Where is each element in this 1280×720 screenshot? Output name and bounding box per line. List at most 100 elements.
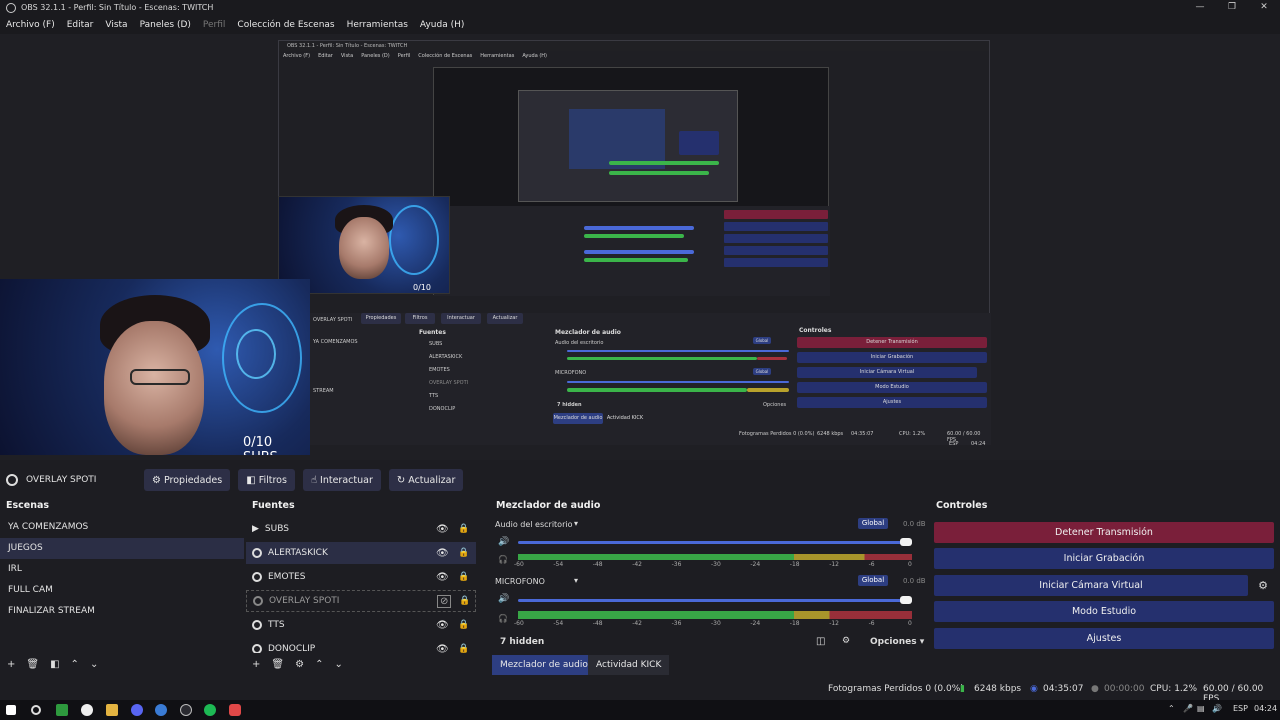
inner-menu-item: Herramientas <box>480 53 515 59</box>
menu-vista[interactable]: Vista <box>99 20 133 30</box>
scene-filters-icon[interactable]: ◧ <box>50 659 59 670</box>
filter-icon: ◧ <box>246 474 256 486</box>
nested-btn <box>724 234 828 243</box>
inner-tab-kick: Actividad KICK <box>606 415 644 421</box>
menu-herramientas[interactable]: Herramientas <box>341 20 414 30</box>
start-recording-button[interactable]: Iniciar Grabación <box>934 548 1274 569</box>
eye-icon[interactable]: 👁 <box>436 644 449 654</box>
move-up-icon[interactable]: ⌃ <box>315 659 323 670</box>
remove-scene-icon[interactable]: 🗑 <box>26 659 39 670</box>
headphones-icon[interactable]: 🎧 <box>498 614 508 623</box>
chevron-down-icon[interactable]: ▾ <box>574 519 578 528</box>
hidden-count[interactable]: 7 hidden <box>500 637 544 647</box>
mixer-settings-icon[interactable]: ⚙ <box>842 636 850 646</box>
interact-button[interactable]: ☝ Interactuar <box>302 469 381 491</box>
menu-ayuda[interactable]: Ayuda (H) <box>414 20 470 30</box>
stop-streaming-button[interactable]: Detener Transmisión <box>934 522 1274 543</box>
headphones-icon[interactable]: 🎧 <box>498 555 508 564</box>
restore-button[interactable]: ❐ <box>1216 0 1248 15</box>
lock-icon[interactable]: 🔒 <box>458 620 469 630</box>
network-icon[interactable]: ▤ <box>1197 704 1205 713</box>
menu-archivo[interactable]: Archivo (F) <box>0 20 61 30</box>
move-down-icon[interactable]: ⌄ <box>90 659 98 670</box>
source-item[interactable]: ▶ SUBS 👁 🔒 <box>246 518 476 540</box>
scene-item[interactable]: IRL <box>0 559 244 580</box>
volume-knob[interactable] <box>900 596 912 604</box>
channel-name: Audio del escritorio <box>495 520 573 529</box>
source-item[interactable]: TTS 👁 🔒 <box>246 614 476 636</box>
controls-title: Controles <box>936 500 988 511</box>
start-virtual-camera-button[interactable]: Iniciar Cámara Virtual <box>934 575 1248 596</box>
studio-mode-button[interactable]: Modo Estudio <box>934 601 1274 622</box>
lock-icon[interactable]: 🔒 <box>458 548 469 558</box>
source-item-selected[interactable]: ALERTASKICK 👁 🔒 <box>246 542 476 564</box>
tab-audio-mixer[interactable]: Mezclador de audio <box>492 655 596 675</box>
source-item-hidden[interactable]: OVERLAY SPOTI ⊘ 🔒 <box>246 590 476 612</box>
add-source-icon[interactable]: + <box>252 659 260 670</box>
windows-start-icon[interactable] <box>6 705 16 715</box>
language-indicator[interactable]: ESP <box>1233 704 1248 713</box>
glasses <box>130 369 190 385</box>
inner-cpu: CPU: 1.2% <box>899 431 926 437</box>
source-settings-icon[interactable]: ⚙ <box>295 659 304 670</box>
move-up-icon[interactable]: ⌃ <box>71 659 79 670</box>
excel-icon[interactable] <box>56 704 68 716</box>
menu-editar[interactable]: Editar <box>61 20 100 30</box>
sources-list: ▶ SUBS 👁 🔒 ALERTASKICK 👁 🔒 EMOTES 👁 🔒 OV… <box>246 517 482 653</box>
volume-slider[interactable] <box>518 541 912 544</box>
menu-perfil[interactable]: Perfil <box>197 20 232 30</box>
tab-actividad-kick[interactable]: Actividad KICK <box>588 655 670 675</box>
scene-item[interactable]: YA COMENZAMOS <box>0 517 244 538</box>
layout-icon[interactable]: ◫ <box>816 636 825 647</box>
eye-hidden-icon[interactable]: ⊘ <box>437 594 452 608</box>
preview-area[interactable]: OBS 32.1.1 - Perfil: Sin Título - Escena… <box>0 34 1280 460</box>
remove-source-icon[interactable]: 🗑 <box>271 659 284 670</box>
microphone-icon[interactable]: 🎤 <box>1183 704 1193 713</box>
clock-app-icon[interactable] <box>81 704 93 716</box>
properties-button[interactable]: ⚙ Propiedades <box>144 469 231 491</box>
search-icon[interactable] <box>31 705 41 715</box>
minimize-button[interactable]: — <box>1184 0 1216 15</box>
settings-button[interactable]: Ajustes <box>934 628 1274 649</box>
inner-btn: Interactuar <box>441 313 481 324</box>
tray-chevron-icon[interactable]: ⌃ <box>1168 704 1175 713</box>
source-item[interactable]: DONOCLIP 👁 🔒 <box>246 638 476 653</box>
eye-icon[interactable]: 👁 <box>436 524 449 535</box>
clock[interactable]: 04:24 <box>1254 704 1277 713</box>
lock-icon[interactable]: 🔒 <box>458 644 469 653</box>
menu-paneles[interactable]: Paneles (D) <box>134 20 197 30</box>
obs-taskbar-icon[interactable] <box>180 704 192 716</box>
speaker-icon[interactable]: 🔊 <box>498 537 509 547</box>
lock-icon[interactable]: 🔒 <box>459 596 470 606</box>
speaker-icon[interactable]: 🔊 <box>498 594 509 604</box>
refresh-button[interactable]: ↻ Actualizar <box>388 469 464 491</box>
add-scene-icon[interactable]: + <box>7 659 15 670</box>
options-button[interactable]: Opciones ▾ <box>870 637 924 647</box>
scale-tick-label: -48 <box>592 620 603 627</box>
app-icon[interactable] <box>229 704 241 716</box>
scene-item[interactable]: FINALIZAR STREAM <box>0 601 244 622</box>
chevron-down-icon[interactable]: ▾ <box>574 576 578 585</box>
eye-icon[interactable]: 👁 <box>436 548 449 559</box>
scale-tick-label: -36 <box>671 561 682 568</box>
close-button[interactable]: ✕ <box>1248 0 1280 15</box>
lock-icon[interactable]: 🔒 <box>458 524 469 534</box>
filters-button[interactable]: ◧ Filtros <box>238 469 295 491</box>
interact-label: Interactuar <box>320 474 373 486</box>
eye-icon[interactable]: 👁 <box>436 572 449 583</box>
file-explorer-icon[interactable] <box>106 704 118 716</box>
eye-icon[interactable]: 👁 <box>436 620 449 631</box>
browser-icon[interactable] <box>155 704 167 716</box>
volume-knob[interactable] <box>900 538 912 546</box>
volume-icon[interactable]: 🔊 <box>1212 704 1222 713</box>
move-down-icon[interactable]: ⌄ <box>334 659 342 670</box>
volume-slider[interactable] <box>518 599 912 602</box>
spotify-icon[interactable] <box>204 704 216 716</box>
discord-icon[interactable] <box>131 704 143 716</box>
lock-icon[interactable]: 🔒 <box>458 572 469 582</box>
source-item[interactable]: EMOTES 👁 🔒 <box>246 566 476 588</box>
virtual-camera-settings-icon[interactable]: ⚙ <box>1252 575 1274 596</box>
scene-item-selected[interactable]: JUEGOS <box>0 538 244 559</box>
menu-coleccion-escenas[interactable]: Colección de Escenas <box>231 20 340 30</box>
scene-item[interactable]: FULL CAM <box>0 580 244 601</box>
